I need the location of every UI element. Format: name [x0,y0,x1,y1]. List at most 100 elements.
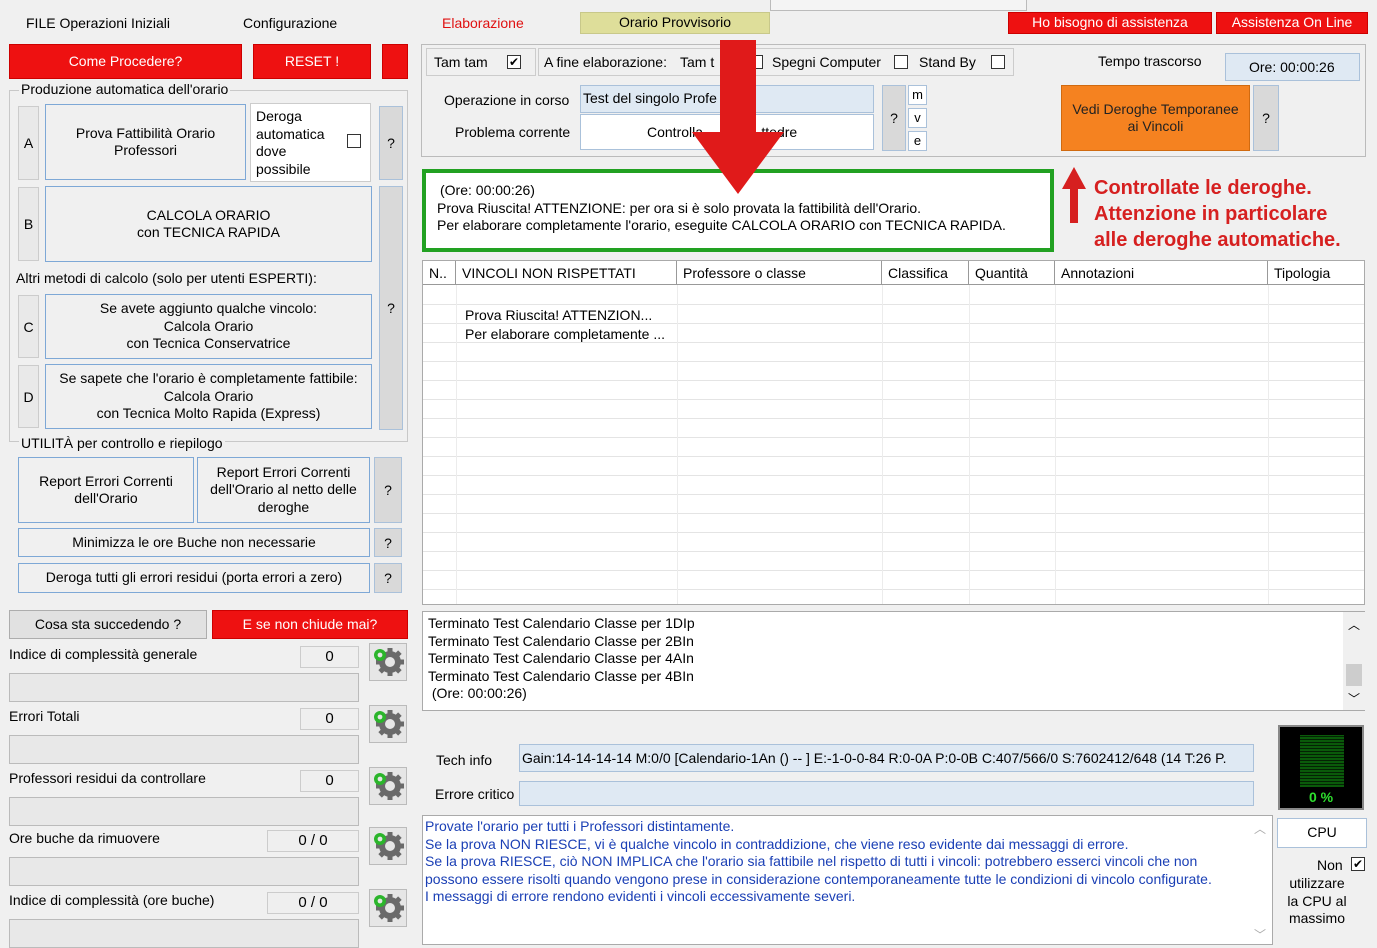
table-row[interactable]: Prova Riuscita! ATTENZION... [465,307,652,323]
top-strip [770,0,1027,11]
info-line: Se la prova NON RIESCE, vi è qualche vin… [425,835,1129,852]
deroga-label: Deroga automatica dove possibile [256,108,325,177]
calcola-rapida-button[interactable]: CALCOLA ORARIO con TECNICA RAPIDA [45,186,372,262]
calcola-conservatrice-button[interactable]: Se avete aggiunto qualche vincolo: Calco… [45,294,372,359]
info-lines: Provate l'orario per tutti i Professori … [425,818,1212,906]
report-help-button[interactable]: ? [374,457,402,523]
minimizza-help-button[interactable]: ? [374,528,402,557]
gear-icon-svg [374,710,404,738]
cosa-sta-succedendo-button[interactable]: Cosa sta succedendo ? [9,610,207,639]
v-button[interactable]: v [908,108,927,128]
grid-row-line [423,342,1364,343]
down-arrow-icon [692,40,784,194]
stat-value: 0 [300,708,359,730]
tamtam-checkbox[interactable]: ✔ [507,55,521,69]
gear-icon-svg [374,894,404,922]
scroll-up-icon[interactable]: ︿ [1348,616,1360,633]
column-header[interactable]: Professore o classe [677,261,882,285]
letter-a: A [18,106,39,180]
column-header[interactable]: VINCOLI NON RISPETTATI [456,261,677,285]
vedi-deroghe-button[interactable]: Vedi Deroghe Temporanee ai Vincoli [1061,85,1250,151]
gear-icon[interactable] [369,827,407,865]
tab-orario-provvisorio[interactable]: Orario Provvisorio [580,12,770,34]
deroga-tutti-button[interactable]: Deroga tutti gli errori residui (porta e… [18,563,370,593]
bcd-help-button[interactable]: ? [379,186,403,430]
stat-bar [9,919,359,948]
info-scroll-up-icon[interactable]: ︿ [1254,820,1266,837]
grid-row-line [423,551,1364,552]
info-scroll-down-icon[interactable]: ﹀ [1254,926,1266,943]
gear-icon-svg [374,772,404,800]
deroga-checkbox[interactable] [347,134,361,148]
letter-b: B [18,187,39,261]
grid-row-line [423,532,1364,533]
grid-row-line [423,361,1364,362]
grid-row-line [423,570,1364,571]
calcola-express-button[interactable]: Se sapete che l'orario è completamente f… [45,364,372,429]
info-line: Se la prova RIESCE, ciò NON IMPLICA che … [425,853,1198,869]
gear-icon-svg [374,648,404,676]
red-small-button[interactable] [382,44,408,79]
deroga-tutti-help-button[interactable]: ? [374,563,402,593]
e-button[interactable]: e [908,131,927,151]
cpu-monitor: 0 % [1278,725,1364,810]
tech-info-label: Tech info [436,752,493,768]
a-help-button[interactable]: ? [379,106,403,180]
m-button[interactable]: m [908,85,927,105]
grid-row-line [423,380,1364,381]
menu-configurazione[interactable]: Configurazione [243,15,337,31]
gear-icon[interactable] [369,705,407,743]
column-header[interactable]: N.. [423,261,456,285]
errore-critico-value [519,781,1254,806]
stat-bar [9,735,359,764]
info-line: I messaggi di errore rendono evidenti i … [425,888,856,904]
column-header[interactable]: Annotazioni [1055,261,1268,285]
reset-button[interactable]: RESET ! [253,44,371,79]
annotation-line-1: Controllate le deroghe. [1094,177,1312,199]
tempo-label: Tempo trascorso [1098,53,1202,69]
operazione-help-button[interactable]: ? [882,85,906,151]
column-header[interactable]: Tipologia [1268,261,1364,285]
menu-file[interactable]: FILE Operazioni Iniziali [26,15,170,31]
minimizza-button[interactable]: Minimizza le ore Buche non necessarie [18,528,370,557]
spegni-label: Spegni Computer [772,54,881,70]
spegni-checkbox[interactable] [894,55,908,69]
report-errori-netto-button[interactable]: Report Errori Correnti dell'Orario al ne… [197,457,370,523]
table-row[interactable]: Per elaborare completamente ... [465,326,665,342]
prova-fattibilita-button[interactable]: Prova Fattibilità Orario Professori [45,104,246,180]
cpu-checkbox[interactable]: ✔ [1351,857,1365,871]
stat-label: Professori residui da controllare [9,770,206,786]
grid-row-line [423,304,1364,305]
scroll-down-icon[interactable]: ﹀ [1348,690,1360,707]
stat-label: Indice di complessità (ore buche) [9,892,215,908]
log-box: Terminato Test Calendario Classe per 1DI… [422,611,1365,711]
gear-icon[interactable] [369,889,407,927]
menu-elaborazione[interactable]: Elaborazione [442,15,524,31]
standby-checkbox[interactable] [991,55,1005,69]
deroghe-help-button[interactable]: ? [1253,85,1279,151]
column-header[interactable]: Quantità [969,261,1055,285]
produzione-title: Produzione automatica dell'orario [19,81,231,97]
se-non-chiude-button[interactable]: E se non chiude mai? [212,610,408,639]
column-header[interactable]: Classifica [882,261,969,285]
grid-col-line [456,285,457,604]
stat-bar [9,797,359,826]
report-errori-button[interactable]: Report Errori Correnti dell'Orario [18,457,194,523]
come-procedere-button[interactable]: Come Procedere? [9,44,242,79]
tempo-value: Ore: 00:00:26 [1225,53,1360,81]
online-assistance-button[interactable]: Assistenza On Line [1216,12,1368,34]
log-line: Terminato Test Calendario Classe per 4AI… [428,650,694,666]
tech-info-value: Gain:14-14-14-14 M:0/0 [Calendario-1An (… [519,744,1254,772]
grid-row-line [423,399,1364,400]
grid-row-line [423,475,1364,476]
stat-bar [9,857,359,886]
cpu-button[interactable]: CPU [1277,818,1367,848]
log-scroll-thumb[interactable] [1346,664,1362,686]
help-button[interactable]: Ho bisogno di assistenza [1008,12,1212,34]
gear-icon[interactable] [369,643,407,681]
gear-icon[interactable] [369,767,407,805]
violations-table: N.. VINCOLI NON RISPETTATI Professore o cl… [422,260,1365,605]
grid-col-line [882,285,883,604]
log-lines: Terminato Test Calendario Classe per 1DI… [428,615,695,703]
annotation-line-2: Attenzione in particolare [1094,203,1328,225]
